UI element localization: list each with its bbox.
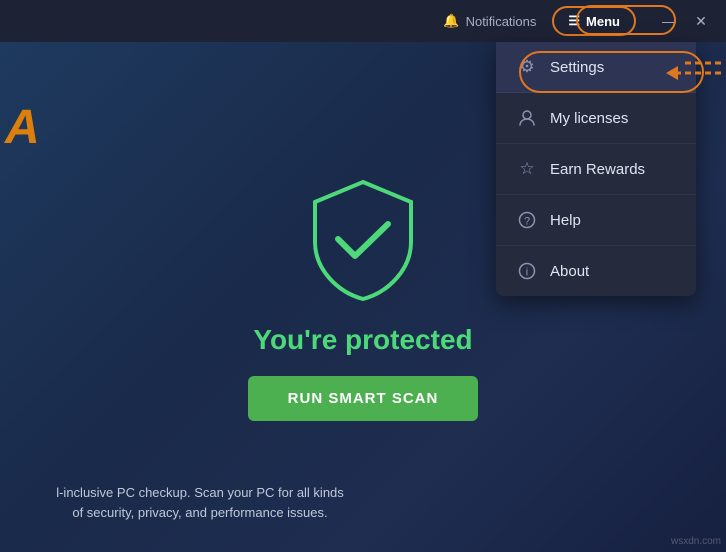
content-center: You're protected RUN SMART SCAN	[248, 174, 479, 421]
menu-item-my-licenses[interactable]: My licenses	[496, 93, 696, 144]
title-bar-actions: 🔔 Notifications ☰ Menu — ✕	[435, 6, 716, 36]
left-logo: A	[0, 84, 60, 552]
menu-button[interactable]: ☰ Menu	[552, 6, 636, 36]
notifications-button[interactable]: 🔔 Notifications	[435, 9, 544, 33]
notifications-label: Notifications	[466, 14, 537, 29]
my-licenses-label: My licenses	[550, 110, 628, 127]
menu-item-earn-rewards[interactable]: ☆ Earn Rewards	[496, 144, 696, 195]
star-icon: ☆	[516, 158, 538, 180]
help-label: Help	[550, 212, 581, 229]
run-smart-scan-button[interactable]: RUN SMART SCAN	[248, 376, 479, 421]
bell-icon: 🔔	[443, 13, 459, 29]
help-icon: ?	[516, 209, 538, 231]
menu-label: Menu	[586, 14, 620, 29]
about-label: About	[550, 263, 589, 280]
menu-item-settings[interactable]: ⚙ Settings	[496, 42, 696, 93]
title-bar: 🔔 Notifications ☰ Menu — ✕	[0, 0, 726, 42]
protected-text: You're protected	[253, 324, 472, 356]
dropdown-menu: ⚙ Settings My licenses ☆ Earn Rewards ? …	[496, 42, 696, 296]
menu-item-about[interactable]: i About	[496, 246, 696, 296]
shield-container	[303, 174, 423, 304]
watermark: wsxdn.com	[671, 536, 721, 547]
description-text: l-inclusive PC checkup. Scan your PC for…	[50, 483, 350, 522]
minimize-button[interactable]: —	[654, 6, 684, 36]
hamburger-icon: ☰	[568, 13, 580, 29]
svg-text:?: ?	[524, 216, 530, 228]
close-button[interactable]: ✕	[686, 6, 716, 36]
settings-label: Settings	[550, 59, 604, 76]
shield-icon	[303, 174, 423, 304]
logo-letter: A	[5, 104, 40, 152]
earn-rewards-label: Earn Rewards	[550, 161, 645, 178]
info-icon: i	[516, 260, 538, 282]
svg-text:i: i	[526, 267, 528, 279]
menu-item-help[interactable]: ? Help	[496, 195, 696, 246]
window-controls: — ✕	[654, 6, 716, 36]
settings-icon: ⚙	[516, 56, 538, 78]
licenses-icon	[516, 107, 538, 129]
